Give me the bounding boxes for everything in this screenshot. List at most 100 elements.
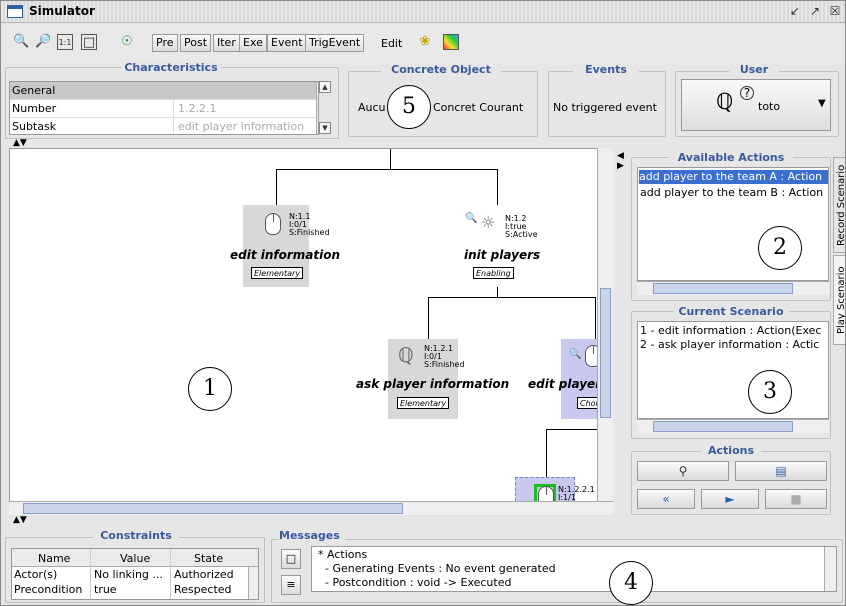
actions-title: Actions bbox=[701, 444, 761, 457]
list-item[interactable]: 2 - ask player information : Actic bbox=[640, 338, 819, 352]
user-name: toto bbox=[758, 100, 781, 113]
node-meta: N:1.2.2.1 I:1/1 bbox=[558, 485, 595, 502]
task-node-edit-information[interactable]: N:1.1 I:0/1 S:Finished Elementary bbox=[243, 205, 330, 287]
callout-3: 3 bbox=[748, 370, 792, 414]
lightbulb-icon: ☼ bbox=[481, 213, 496, 232]
edit-label[interactable]: Edit bbox=[381, 37, 402, 50]
event-button[interactable]: Event bbox=[267, 34, 307, 52]
export-messages-icon[interactable]: ≡ bbox=[281, 575, 301, 595]
zoom-1to1-icon[interactable]: 1:1 bbox=[57, 34, 73, 50]
current-scenario-title: Current Scenario bbox=[673, 305, 789, 318]
message-line: - Postcondition : void -> Executed bbox=[318, 576, 512, 589]
splitter-arrows-icon[interactable]: ▲▼ bbox=[13, 138, 27, 148]
task-node-init-players[interactable]: 🔍 ☼ N:1.2 I:true S:Active Enabling bbox=[463, 205, 538, 287]
char-key: Number bbox=[12, 102, 57, 115]
canvas-vertical-scrollbar[interactable] bbox=[597, 148, 613, 512]
callout-1: 1 bbox=[188, 367, 232, 411]
scrollbar-thumb[interactable] bbox=[23, 503, 403, 514]
table-row[interactable]: Subtask edit player information bbox=[10, 118, 318, 134]
tab-record-scenario[interactable]: Record Scenario bbox=[833, 157, 845, 253]
step-forward-button[interactable]: ► bbox=[701, 489, 759, 509]
simulator-window: Simulator ↙ ↗ ☒ 🔍 🔎 1:1 □ ☉ Pre Post Ite… bbox=[0, 0, 846, 606]
constraints-scrollbar[interactable] bbox=[248, 567, 258, 599]
people-icon[interactable]: ❀ bbox=[417, 34, 433, 50]
table-row[interactable]: Number 1.2.2.1 bbox=[10, 100, 318, 118]
record-button[interactable]: ⚲ bbox=[637, 461, 729, 481]
concrete-object-title: Concrete Object bbox=[381, 63, 501, 76]
iter-button[interactable]: Iter bbox=[213, 34, 240, 52]
color-palette-icon[interactable] bbox=[443, 34, 459, 50]
constraints-title: Constraints bbox=[93, 529, 179, 542]
clear-messages-icon[interactable]: □ bbox=[281, 549, 301, 569]
concrete-object-text-right: Concret Courant bbox=[433, 101, 524, 114]
minimize-icon[interactable]: ↙ bbox=[787, 4, 803, 19]
node-name: init players bbox=[464, 248, 541, 262]
splitter-arrows-icon[interactable]: ◀ ▶ bbox=[617, 151, 624, 171]
scroll-down-icon[interactable]: ▼ bbox=[319, 122, 331, 134]
table-row[interactable]: General bbox=[10, 82, 318, 100]
scroll-up-icon[interactable]: ▲ bbox=[319, 81, 331, 93]
char-key: Subtask bbox=[12, 120, 57, 133]
question-icon: ? bbox=[740, 86, 754, 100]
available-actions-hscrollbar[interactable] bbox=[637, 281, 829, 295]
zoom-fit-icon[interactable]: □ bbox=[81, 34, 97, 50]
zoom-icon: 🔍 bbox=[569, 349, 582, 360]
canvas-horizontal-scrollbar[interactable] bbox=[9, 501, 613, 515]
column-header: Name bbox=[38, 552, 71, 565]
table-cell: No linking ... bbox=[94, 568, 163, 581]
user-icon: ℚ bbox=[398, 343, 414, 367]
node-type-label: Enabling bbox=[473, 267, 514, 279]
char-value: edit player information bbox=[178, 120, 305, 133]
zoom-in-icon[interactable]: 🔍 bbox=[13, 34, 29, 50]
column-header: Value bbox=[120, 552, 151, 565]
node-meta: N:1.1 I:0/1 S:Finished bbox=[289, 212, 330, 237]
zoom-out-icon[interactable]: 🔎 bbox=[35, 34, 51, 50]
splitter-arrows-icon[interactable]: ▲▼ bbox=[13, 515, 27, 525]
maximize-icon[interactable]: ↗ bbox=[807, 4, 823, 19]
table-cell: true bbox=[94, 583, 117, 596]
current-scenario-hscrollbar[interactable] bbox=[637, 419, 829, 433]
user-title: User bbox=[729, 63, 779, 76]
available-actions-list[interactable]: add player to the team A : Action add pl… bbox=[637, 167, 829, 281]
table-cell: Respected bbox=[174, 583, 232, 596]
table-cell: Authorized bbox=[174, 568, 234, 581]
node-meta: N:1.2.1 I:0/1 S:Finished bbox=[424, 344, 465, 369]
message-line: - Generating Events : No event generated bbox=[318, 562, 556, 575]
stop-button[interactable]: ■ bbox=[765, 489, 827, 509]
task-tree-canvas[interactable]: N:1.1 I:0/1 S:Finished Elementary edit inf… bbox=[9, 148, 613, 512]
message-line: * Actions bbox=[318, 548, 368, 561]
callout-5: 5 bbox=[387, 85, 431, 129]
events-text: No triggered event bbox=[553, 101, 657, 114]
current-scenario-list[interactable]: 1 - edit information : Action(Exec 2 - a… bbox=[637, 321, 829, 419]
node-meta: N:1.2 I:true S:Active bbox=[505, 214, 538, 239]
close-icon[interactable]: ☒ bbox=[827, 4, 843, 19]
node-type-label: Elementary bbox=[397, 397, 450, 409]
toolbar: 🔍 🔎 1:1 □ ☉ Pre Post Iter Exe Event Trig… bbox=[1, 24, 845, 62]
scrollbar-thumb[interactable] bbox=[653, 421, 793, 432]
messages-scrollbar[interactable] bbox=[824, 547, 836, 591]
messages-log[interactable]: * Actions - Generating Events : No event… bbox=[311, 546, 837, 592]
window-icon bbox=[7, 5, 23, 18]
chevron-down-icon[interactable]: ▼ bbox=[818, 98, 826, 109]
user-select[interactable]: ℚ ? toto ▼ bbox=[681, 79, 831, 131]
rewind-button[interactable]: « bbox=[637, 489, 695, 509]
messages-title: Messages bbox=[279, 529, 345, 542]
exe-button[interactable]: Exe bbox=[239, 34, 267, 52]
save-scenario-button[interactable]: ▤ bbox=[735, 461, 827, 481]
characteristics-title: Characteristics bbox=[121, 61, 221, 74]
list-item[interactable]: 1 - edit information : Action(Exec bbox=[640, 324, 821, 338]
post-button[interactable]: Post bbox=[180, 34, 212, 52]
node-name: edit information bbox=[230, 248, 341, 262]
list-item[interactable]: add player to the team A : Action bbox=[639, 170, 828, 184]
table-cell: Actor(s) bbox=[14, 568, 58, 581]
scrollbar-thumb[interactable] bbox=[600, 288, 611, 418]
tab-play-scenario[interactable]: Play Scenario bbox=[833, 255, 845, 345]
tree-icon[interactable]: ☉ bbox=[119, 34, 135, 50]
pre-button[interactable]: Pre bbox=[152, 34, 178, 52]
user-avatar-icon: ℚ bbox=[716, 90, 734, 115]
list-item[interactable]: add player to the team B : Action bbox=[640, 186, 823, 200]
concrete-object-text-left: Aucu bbox=[358, 101, 386, 114]
scrollbar-thumb[interactable] bbox=[653, 283, 793, 294]
trigevent-button[interactable]: TrigEvent bbox=[305, 34, 365, 52]
mouse-icon bbox=[265, 213, 281, 235]
